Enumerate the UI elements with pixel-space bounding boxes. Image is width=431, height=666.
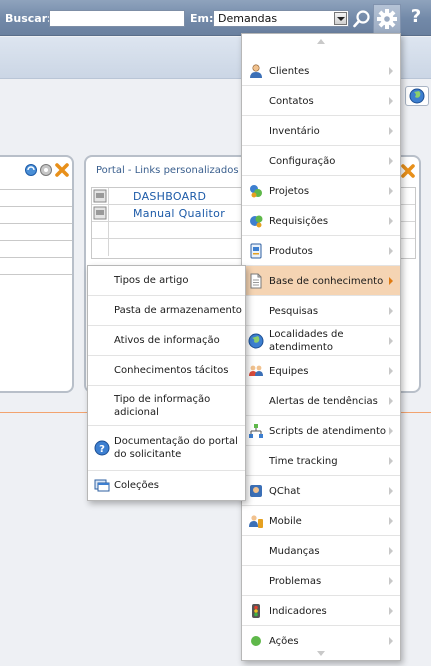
knowledge-base-submenu: Tipos de artigo Pasta de armazenamento A… [87,265,246,501]
globe-button[interactable] [405,86,429,106]
menu-item-problemas[interactable]: Problemas [242,566,400,596]
chevron-right-icon [387,276,395,286]
globe-icon [409,88,425,104]
close-icon[interactable] [400,163,416,179]
chevron-down-icon[interactable] [334,12,347,25]
table-row [0,206,72,223]
chevron-right-icon [387,306,395,316]
help-button[interactable]: ? [405,6,427,30]
settings-icon[interactable] [39,163,53,177]
chevron-right-icon [387,216,395,226]
column-divider [108,205,109,222]
scope-select[interactable]: Demandas [213,10,349,27]
menu-item-localidades[interactable]: Localidades de atendimento [242,326,400,356]
top-search-bar: Buscar: Em: Demandas ? [0,0,431,36]
portal-panel-title: Portal - Links personalizados [96,165,239,176]
settings-menu: Clientes Contatos Inventário Configuraçã… [241,33,401,661]
menu-item-configuracao[interactable]: Configuração [242,146,400,176]
chevron-right-icon [387,606,395,616]
column-divider [108,239,109,256]
gear-icon [377,9,397,29]
search-label: Buscar: [5,12,52,25]
menu-item-contatos[interactable]: Contatos [242,86,400,116]
menu-item-produtos[interactable]: Produtos [242,236,400,266]
chevron-right-icon [387,516,395,526]
globe-icon [248,333,264,349]
user-icon [250,64,262,78]
chevron-right-icon [387,576,395,586]
panel-tools [24,163,72,179]
link-dashboard[interactable]: DASHBOARD [133,190,206,203]
link-manual-qualitor[interactable]: Manual Qualitor [133,207,225,220]
menu-item-mobile[interactable]: Mobile [242,506,400,536]
submenu-item-tipo-de-informacao[interactable]: Tipo de informação adicional [88,386,245,426]
menu-item-base-de-conhecimento[interactable]: Base de conhecimento [242,266,400,296]
help-icon: ? [94,440,110,456]
mobile-icon [249,515,263,528]
table-row [0,223,72,240]
scope-select-value: Demandas [218,12,278,25]
menu-item-inventario[interactable]: Inventário [242,116,400,146]
menu-scroll-down-icon[interactable] [242,648,400,660]
actions-icon [251,636,261,646]
menu-item-equipes[interactable]: Equipes [242,356,400,386]
products-icon [250,243,262,259]
menu-item-qchat[interactable]: QChat [242,476,400,506]
column-divider [108,188,109,205]
left-widget-panel [0,155,74,393]
submenu-item-ativos-de-informacao[interactable]: Ativos de informação [88,326,245,356]
chevron-right-icon [387,126,395,136]
menu-item-projetos[interactable]: Projetos [242,176,400,206]
table-row [0,240,72,257]
chevron-right-icon [387,636,395,646]
workflow-icon [249,424,263,438]
menu-item-time-tracking[interactable]: Time tracking [242,446,400,476]
menu-item-mudancas[interactable]: Mudanças [242,536,400,566]
refresh-icon[interactable] [24,163,38,177]
menu-item-alertas[interactable]: Alertas de tendências [242,386,400,416]
submenu-item-documentacao-portal[interactable]: ? Documentação do portal do solicitante [88,426,245,471]
submenu-item-pasta-de-armazenamento[interactable]: Pasta de armazenamento [88,296,245,326]
search-icon[interactable] [352,9,372,29]
chevron-right-icon [387,246,395,256]
link-icon [93,189,107,203]
menu-item-requisicoes[interactable]: Requisições [242,206,400,236]
chevron-right-icon [387,426,395,436]
indicators-icon [252,604,260,618]
table-row [0,257,72,274]
column-divider [108,222,109,239]
settings-gear-button[interactable] [373,4,401,34]
chevron-right-icon [387,546,395,556]
link-icon [93,206,107,220]
menu-item-pesquisas[interactable]: Pesquisas [242,296,400,326]
collections-icon [94,479,110,492]
scope-label: Em: [190,12,214,25]
chevron-right-icon [387,336,395,346]
submenu-item-tipos-de-artigo[interactable]: Tipos de artigo [88,266,245,296]
team-icon [249,365,263,376]
chevron-right-icon [387,456,395,466]
search-input[interactable] [49,10,185,27]
menu-item-clientes[interactable]: Clientes [242,56,400,86]
requests-icon [250,215,263,228]
table-row [0,189,72,206]
chevron-right-icon [387,396,395,406]
svg-text:?: ? [99,444,105,455]
chevron-right-icon [387,156,395,166]
submenu-item-colecoes[interactable]: Coleções [88,471,245,500]
chevron-right-icon [387,186,395,196]
document-icon [250,273,262,289]
chat-icon [250,485,262,497]
menu-scroll-up-icon[interactable] [242,34,400,51]
submenu-item-conhecimentos-tacitos[interactable]: Conhecimentos tácitos [88,356,245,386]
menu-item-scripts[interactable]: Scripts de atendimento [242,416,400,446]
chevron-right-icon [387,486,395,496]
projects-icon [250,185,262,198]
close-icon[interactable] [54,162,70,178]
chevron-right-icon [387,66,395,76]
chevron-right-icon [387,96,395,106]
table-row [0,274,72,291]
chevron-right-icon [387,366,395,376]
menu-item-indicadores[interactable]: Indicadores [242,596,400,626]
